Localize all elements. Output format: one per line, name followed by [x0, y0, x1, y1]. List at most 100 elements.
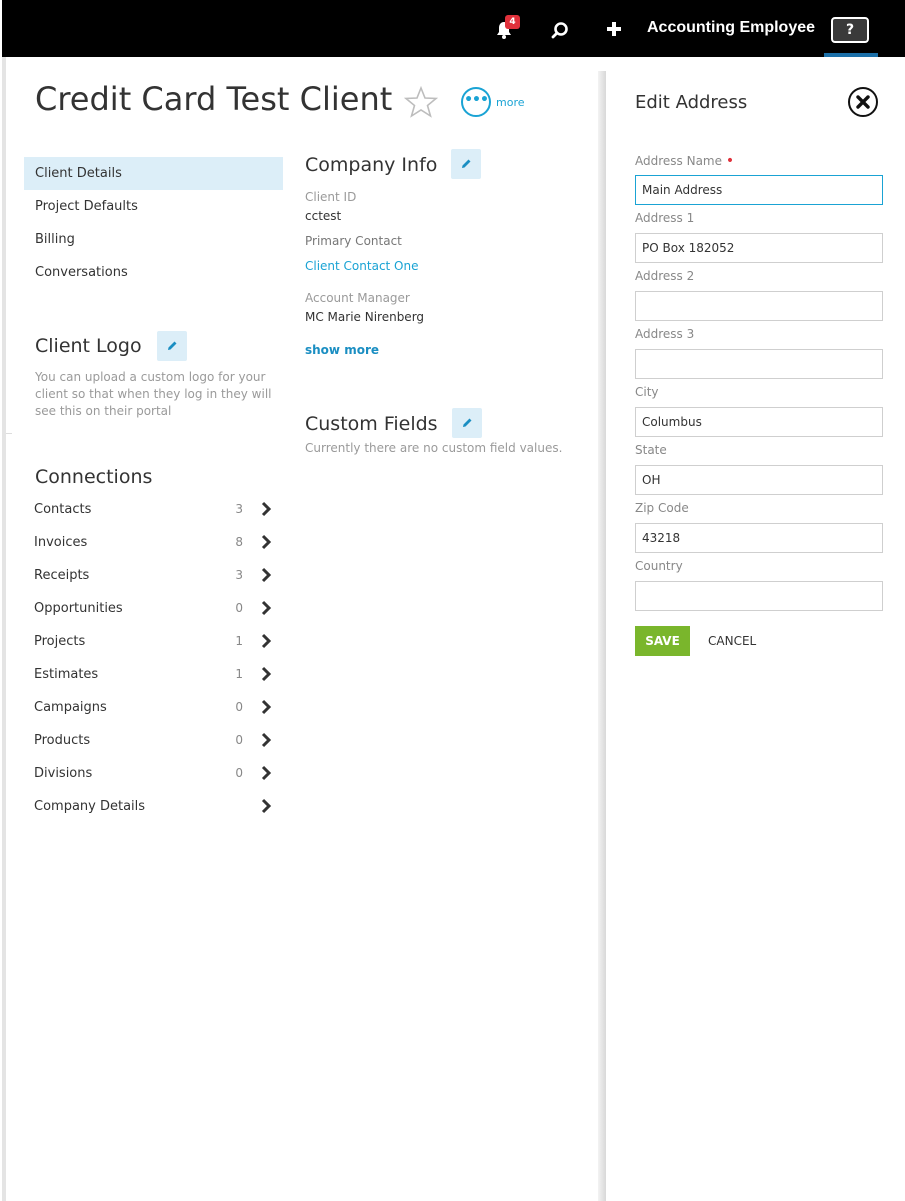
country-input[interactable] — [635, 581, 883, 611]
address-name-label: Address Name • — [635, 153, 734, 169]
connection-row-contacts[interactable]: Contacts 3 — [34, 493, 279, 526]
search-icon[interactable] — [550, 20, 570, 40]
connection-count: 1 — [235, 667, 243, 681]
client-logo-title: Client Logo — [35, 335, 142, 357]
connection-count: 0 — [235, 700, 243, 714]
chevron-right-icon[interactable] — [259, 567, 273, 583]
connection-row-estimates[interactable]: Estimates 1 — [34, 658, 279, 691]
plus-icon[interactable] — [604, 19, 624, 39]
required-indicator: • — [725, 153, 735, 169]
client-id-label: Client ID — [305, 190, 357, 204]
connection-row-campaigns[interactable]: Campaigns 0 — [34, 691, 279, 724]
top-bar-edge — [0, 0, 2, 57]
state-input[interactable]: OH — [635, 465, 883, 495]
connection-label: Estimates — [34, 667, 99, 682]
chevron-right-icon[interactable] — [259, 798, 273, 814]
connection-count: 0 — [235, 766, 243, 780]
connections-title: Connections — [35, 466, 153, 488]
address-1-input[interactable]: PO Box 182052 — [635, 233, 883, 263]
connection-row-invoices[interactable]: Invoices 8 — [34, 526, 279, 559]
connection-row-receipts[interactable]: Receipts 3 — [34, 559, 279, 592]
cancel-button[interactable]: CANCEL — [708, 626, 756, 656]
primary-contact-link[interactable]: Client Contact One — [305, 259, 419, 273]
connection-label: Projects — [34, 634, 86, 649]
connection-label: Contacts — [34, 502, 92, 517]
nav-item-billing[interactable]: Billing — [24, 223, 283, 256]
company-info-title: Company Info — [305, 154, 438, 176]
panel-shadow — [598, 71, 606, 1201]
connection-count: 8 — [235, 535, 243, 549]
chevron-right-icon[interactable] — [259, 600, 273, 616]
account-manager-value: MC Marie Nirenberg — [305, 310, 425, 324]
client-nav: Client Details Project Defaults Billing … — [24, 157, 283, 289]
connection-row-company-details[interactable]: Company Details — [34, 790, 279, 823]
connection-count: 1 — [235, 634, 243, 648]
connection-row-opportunities[interactable]: Opportunities 0 — [34, 592, 279, 625]
close-icon — [856, 95, 870, 109]
edit-custom-fields-button[interactable] — [452, 408, 482, 438]
connection-label: Invoices — [34, 535, 88, 550]
address-1-label: Address 1 — [635, 211, 695, 225]
show-more-link[interactable]: show more — [305, 343, 379, 357]
edit-address-panel: Edit Address Address Name • Main Address… — [606, 71, 905, 1201]
nav-item-client-details[interactable]: Client Details — [24, 157, 283, 190]
connection-count: 0 — [235, 601, 243, 615]
address-3-input[interactable] — [635, 349, 883, 379]
pencil-icon — [463, 418, 472, 427]
edit-company-info-button[interactable] — [451, 149, 481, 179]
chevron-right-icon[interactable] — [259, 633, 273, 649]
star-icon[interactable] — [404, 86, 438, 118]
close-button[interactable] — [848, 87, 878, 117]
state-label: State — [635, 443, 667, 457]
more-link[interactable]: more — [496, 96, 525, 109]
chevron-right-icon[interactable] — [259, 534, 273, 550]
primary-contact-label: Primary Contact — [305, 234, 402, 248]
connection-count: 3 — [235, 502, 243, 516]
custom-fields-empty: Currently there are no custom field valu… — [305, 441, 563, 455]
city-input[interactable]: Columbus — [635, 407, 883, 437]
connection-label: Products — [34, 733, 91, 748]
connections-list: Contacts 3 Invoices 8 Receipts 3 Opportu… — [34, 493, 279, 823]
address-name-input[interactable]: Main Address — [635, 175, 883, 205]
chevron-right-icon[interactable] — [259, 732, 273, 748]
city-label: City — [635, 385, 659, 399]
panel-title: Edit Address — [635, 92, 748, 113]
save-button[interactable]: SAVE — [635, 626, 690, 656]
country-label: Country — [635, 559, 683, 573]
client-logo-description: You can upload a custom logo for your cl… — [35, 370, 272, 418]
address-2-input[interactable] — [635, 291, 883, 321]
connection-row-divisions[interactable]: Divisions 0 — [34, 757, 279, 790]
zip-code-label: Zip Code — [635, 501, 689, 515]
connection-count: 0 — [235, 733, 243, 747]
connection-count: 3 — [235, 568, 243, 582]
zip-code-input[interactable]: 43218 — [635, 523, 883, 553]
connection-label: Opportunities — [34, 601, 123, 616]
help-button[interactable]: ? — [831, 17, 869, 43]
user-menu[interactable]: Accounting Employee — [647, 19, 815, 37]
chevron-right-icon[interactable] — [259, 765, 273, 781]
edit-logo-button[interactable] — [157, 331, 187, 361]
chevron-right-icon[interactable] — [259, 501, 273, 517]
chevron-right-icon[interactable] — [259, 699, 273, 715]
help-underline — [824, 53, 878, 57]
address-name-label-text: Address Name — [635, 154, 723, 168]
connection-label: Receipts — [34, 568, 90, 583]
pencil-icon — [462, 159, 471, 168]
connection-row-projects[interactable]: Projects 1 — [34, 625, 279, 658]
nav-item-project-defaults[interactable]: Project Defaults — [24, 190, 283, 223]
nav-item-conversations[interactable]: Conversations — [24, 256, 283, 289]
more-icon[interactable]: ••• — [461, 87, 491, 117]
page-title: Credit Card Test Client — [35, 80, 393, 118]
connection-label: Divisions — [34, 766, 93, 781]
address-3-label: Address 3 — [635, 327, 695, 341]
page-border — [2, 57, 6, 1201]
account-manager-label: Account Manager — [305, 291, 410, 305]
pencil-icon — [168, 341, 177, 350]
notification-badge: 4 — [505, 15, 520, 29]
connection-label: Company Details — [34, 799, 146, 814]
address-2-label: Address 2 — [635, 269, 695, 283]
divider — [6, 433, 12, 434]
connection-row-products[interactable]: Products 0 — [34, 724, 279, 757]
chevron-right-icon[interactable] — [259, 666, 273, 682]
client-id-value: cctest — [305, 209, 342, 223]
